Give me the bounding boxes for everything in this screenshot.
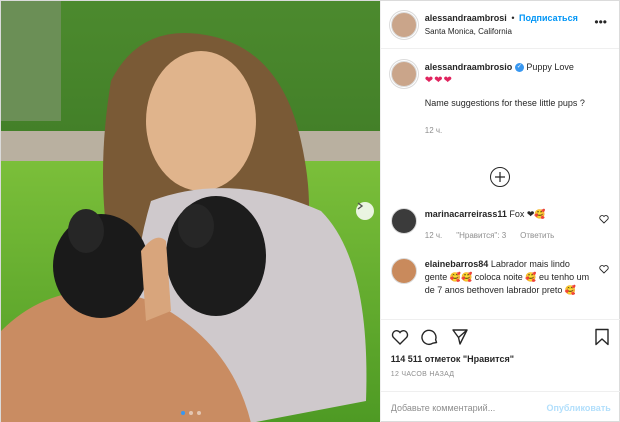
header-text: alessandraambrosi • Подписаться Santa Mo… [425,12,578,38]
comment-username[interactable]: marinacarreirass11 [425,209,507,219]
comment-body: elainebarros84 Labrador mais lindo gente… [425,258,595,297]
header-separator: • [511,12,515,23]
caption-text: Name suggestions for these little pups ? [424,98,585,108]
commenter-avatar[interactable] [390,208,417,234]
commenter-avatar[interactable] [390,258,417,284]
action-bar [380,319,620,353]
publish-button[interactable]: Опубликовать [546,403,610,413]
caption-time: 12 ч. [424,126,443,135]
comment-emoji: 🥰 [525,272,537,282]
comment-meta: 12 ч. "Нравится": 3 Ответить [425,229,595,242]
comment-emoji: 🥰🥰 [449,272,473,282]
carousel-dot [181,411,185,415]
comment-username[interactable]: elainebarros84 [425,259,489,269]
comment-input[interactable] [390,402,541,413]
share-paper-plane-icon[interactable] [451,328,469,346]
post-header: alessandraambrosi • Подписаться Santa Mo… [380,1,619,49]
caption-hearts: ❤❤❤ [424,75,453,86]
comment: elainebarros84 Labrador mais lindo gente… [390,258,613,297]
carousel-dot [197,411,201,415]
like-comment-heart-icon[interactable] [599,214,609,224]
verified-badge-icon: ✓ [514,63,524,73]
save-bookmark-icon[interactable] [593,328,611,346]
post-photo[interactable] [1,1,380,422]
photo-illustration [1,1,380,422]
comment-likes[interactable]: "Нравится": 3 [456,229,506,242]
reply-button[interactable]: Ответить [520,229,554,242]
caption-title: Puppy Love [526,62,574,72]
caption-username[interactable]: alessandraambrosio [425,62,513,72]
comment-body: marinacarreirass11 Fox ❤🥰 12 ч. "Нравитс… [425,208,595,242]
post-timestamp: 12 ЧАСОВ НАЗАД [390,371,455,378]
comment-text: coloca noite [474,272,523,282]
follow-button[interactable]: Подписаться [519,13,578,23]
next-slide-button[interactable] [356,202,374,220]
post-dialog: alessandraambrosi • Подписаться Santa Mo… [0,0,620,422]
carousel-dot [189,411,193,415]
caption-body: alessandraambrosio ✓ Puppy Love ❤❤❤ Name… [425,61,605,137]
caption: alessandraambrosio ✓ Puppy Love ❤❤❤ Name… [381,49,619,137]
more-options-icon[interactable]: ••• [594,15,607,29]
header-username[interactable]: alessandraambrosi [425,13,507,23]
comment-text: Fox [509,209,525,219]
comment-emoji: 🥰 [564,285,577,295]
add-comment-bar: Опубликовать [380,391,620,422]
comment-emoji: ❤🥰 [526,209,546,219]
comment-icon[interactable] [421,328,439,346]
location-link[interactable]: Santa Monica, California [425,25,578,38]
comment-time: 12 ч. [424,231,443,240]
author-avatar[interactable] [390,11,417,38]
post-side-panel: alessandraambrosi • Подписаться Santa Mo… [379,1,620,422]
carousel-indicator [181,411,201,415]
plus-icon [494,172,505,182]
caption-avatar[interactable] [390,61,417,87]
load-more-comments-button[interactable] [489,167,510,187]
comment: marinacarreirass11 Fox ❤🥰 12 ч. "Нравитс… [390,208,613,242]
like-comment-heart-icon[interactable] [599,264,609,274]
chevron-right-icon [357,202,364,210]
like-heart-icon[interactable] [391,328,409,346]
likes-count[interactable]: 114 511 отметок "Нравится" [391,354,514,364]
